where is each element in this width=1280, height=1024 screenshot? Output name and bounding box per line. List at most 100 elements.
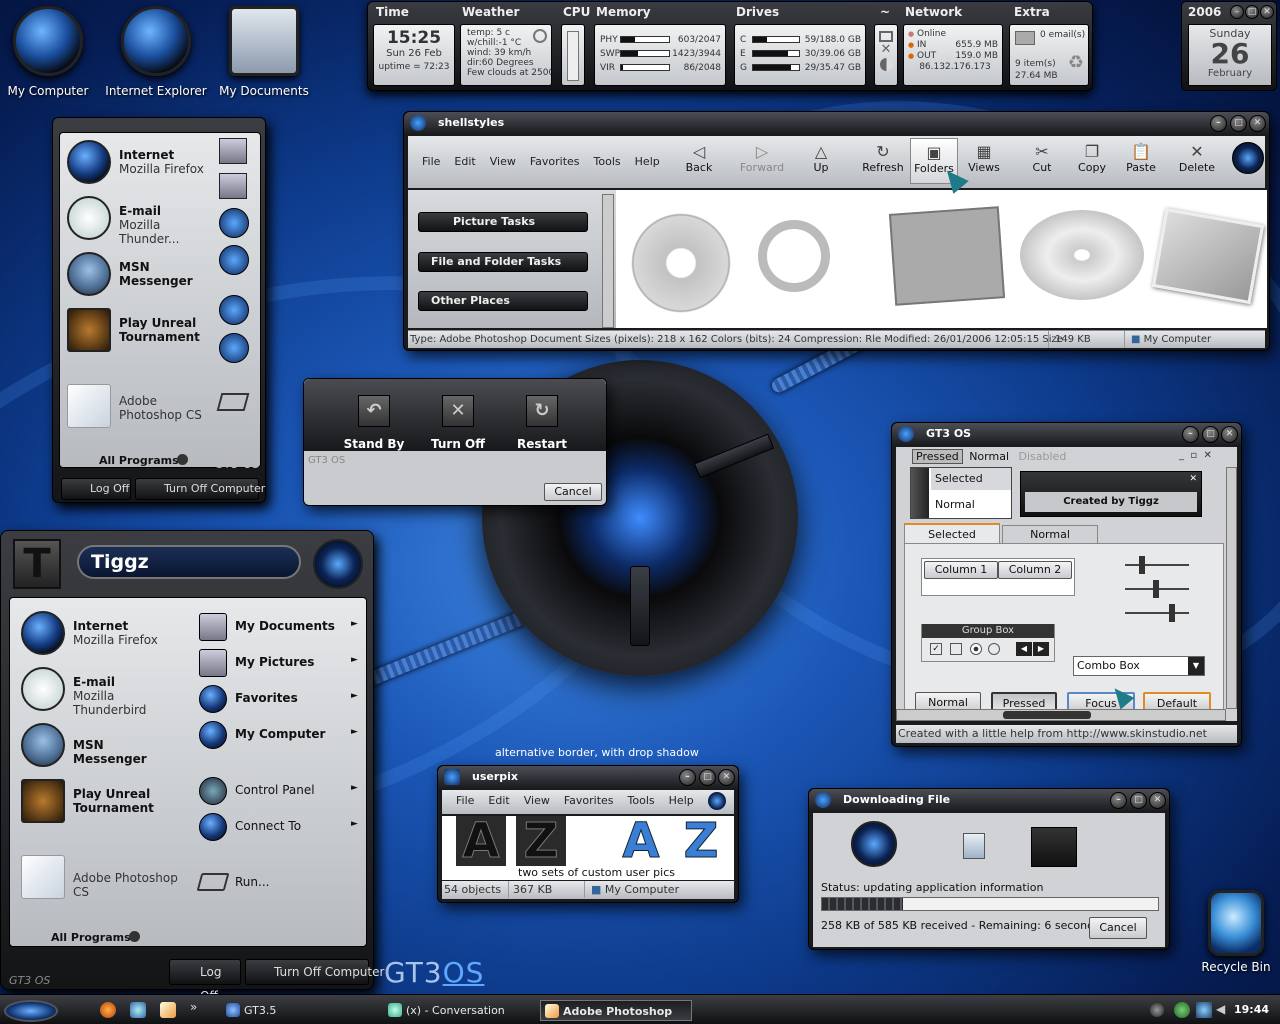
pictures-icon[interactable] <box>219 173 247 199</box>
magnifier-icon[interactable] <box>758 220 830 292</box>
thunderbird-icon[interactable] <box>130 1002 146 1018</box>
menu-right-my-pictures[interactable]: My Pictures ► <box>199 649 361 677</box>
title-bar[interactable]: Downloading File – □ ✕ <box>809 789 1169 811</box>
state-normal[interactable]: Normal <box>966 450 1012 463</box>
menu-right-control-panel[interactable]: Control Panel ► <box>199 777 361 805</box>
menu-tools[interactable]: Tools <box>628 790 655 812</box>
menu-item-email[interactable]: E-mail Mozilla Thunderbird <box>21 667 181 717</box>
close-button[interactable]: ✕ <box>1149 792 1166 809</box>
toolbar-paste[interactable]: 📋 Paste <box>1120 142 1162 174</box>
toolbar-delete[interactable]: ✕ Delete <box>1176 142 1218 174</box>
close-button[interactable]: ✕ <box>1221 426 1238 443</box>
toolbar-refresh[interactable]: ↻ Refresh <box>858 142 908 174</box>
menu-right-favorites[interactable]: Favorites ► <box>199 685 361 713</box>
title-bar[interactable]: shellstyles – □ ✕ <box>404 112 1269 134</box>
toolbar-back[interactable]: ◁ Back <box>678 142 720 174</box>
state-pressed[interactable]: Pressed <box>912 449 963 464</box>
menu-help[interactable]: Help <box>669 790 694 812</box>
menu-right-connect-to[interactable]: Connect To ► <box>199 813 361 841</box>
combo-box[interactable]: Combo Box ▼ <box>1073 656 1205 676</box>
radio-empty[interactable] <box>988 643 1000 655</box>
monitor-icon[interactable] <box>879 31 893 42</box>
minimize-button[interactable]: – <box>679 769 696 786</box>
restart-button[interactable]: ↻ Restart <box>510 395 574 451</box>
tray-network-icon[interactable] <box>1196 1002 1212 1018</box>
close-button[interactable]: ✕ <box>718 769 735 786</box>
start-button[interactable] <box>4 1000 58 1022</box>
menu-item-msn[interactable]: MSN Messenger <box>67 252 217 298</box>
column-1-header[interactable]: Column 1 <box>924 561 998 579</box>
menu-tools[interactable]: Tools <box>594 155 621 168</box>
tiger-image-icon[interactable] <box>1151 207 1265 305</box>
minimize-button[interactable]: – <box>1210 115 1227 132</box>
computer-icon[interactable] <box>219 245 249 275</box>
recycle-icon[interactable]: ♻ <box>1068 54 1084 72</box>
maximize-button[interactable]: □ <box>1202 426 1219 443</box>
recycle-bin-icon[interactable]: Recycle Bin <box>1181 890 1280 974</box>
favorites-icon[interactable] <box>219 208 249 238</box>
all-programs-arrow-icon[interactable] <box>177 454 188 465</box>
tab-selected[interactable]: Selected <box>904 523 1000 543</box>
slider-1[interactable] <box>1125 556 1189 574</box>
menu-item-photoshop[interactable]: Adobe Photoshop CS <box>21 855 191 901</box>
menu-edit[interactable]: Edit <box>454 155 475 168</box>
maximize-button[interactable]: □ <box>699 769 716 786</box>
close-button[interactable]: ✕ <box>1249 115 1266 132</box>
log-off-button[interactable]: Log Off <box>61 478 131 500</box>
radio-checked[interactable] <box>970 643 982 655</box>
turn-off-button[interactable]: Turn Off Computer <box>245 959 384 985</box>
maximize-button[interactable]: □ <box>1245 5 1259 19</box>
connect-icon[interactable] <box>219 333 249 363</box>
slider-3[interactable] <box>1125 604 1189 622</box>
menu-file[interactable]: File <box>422 155 440 168</box>
my-documents-icon[interactable]: My Documents <box>209 6 319 98</box>
turn-off-button[interactable]: ✕ Turn Off <box>426 395 490 451</box>
tray-volume-icon[interactable]: ◀ <box>1216 1002 1230 1018</box>
quicklaunch-more-icon[interactable]: » <box>190 1000 197 1014</box>
dialog-preview-close[interactable]: ✕ <box>1189 474 1197 484</box>
tab-normal[interactable]: Normal <box>1002 525 1098 543</box>
menu-right-my-documents[interactable]: My Documents ► <box>199 613 361 641</box>
toolbar-up[interactable]: △ Up <box>806 142 836 174</box>
maximize-button[interactable]: □ <box>1230 115 1247 132</box>
tray-orb-icon[interactable] <box>1150 1003 1164 1017</box>
taskbar-item-conversation[interactable]: (x) - Conversation <box>384 1000 534 1021</box>
run-icon[interactable] <box>216 393 250 411</box>
vertical-scrollbar[interactable] <box>1226 467 1237 709</box>
menu-right-my-computer[interactable]: My Computer ► <box>199 721 361 749</box>
yinyang-icon[interactable] <box>879 58 893 71</box>
menu-edit[interactable]: Edit <box>488 790 509 812</box>
minimize-button[interactable]: – <box>1230 5 1244 19</box>
spin-left[interactable]: ◀ <box>1016 642 1032 656</box>
stand-by-button[interactable]: ↶ Stand By <box>342 395 406 451</box>
taskbar-item-gt35[interactable]: GT3.5 <box>222 1000 372 1021</box>
slider-2[interactable] <box>1125 580 1189 598</box>
menu-favorites[interactable]: Favorites <box>564 790 614 812</box>
toolbar-forward[interactable]: ▷ Forward <box>736 142 788 174</box>
disc-icon[interactable] <box>1020 210 1144 300</box>
all-programs[interactable]: All Programs <box>51 931 131 944</box>
cancel-button[interactable]: Cancel <box>544 483 602 501</box>
task-other-places[interactable]: Other Places <box>418 291 588 311</box>
menu-item-photoshop[interactable]: Adobe Photoshop CS <box>67 384 217 430</box>
taskbar-item-photoshop[interactable]: Adobe Photoshop <box>540 1000 692 1021</box>
column-2-header[interactable]: Column 2 <box>998 561 1072 579</box>
checkbox-empty[interactable] <box>950 643 962 655</box>
menu-item-unreal[interactable]: Play Unreal Tournament <box>21 779 181 825</box>
control-panel-icon[interactable] <box>219 295 249 325</box>
internet-explorer-icon[interactable]: Internet Explorer <box>101 6 211 98</box>
close-icon[interactable]: ✕ <box>875 42 897 57</box>
log-off-button[interactable]: Log Off <box>169 959 241 1003</box>
menu-help[interactable]: Help <box>635 155 660 168</box>
documents-icon[interactable] <box>219 138 247 164</box>
cancel-button[interactable]: Cancel <box>1089 917 1147 939</box>
menu-right-run[interactable]: Run... <box>196 873 361 895</box>
minimize-button[interactable]: – <box>1182 426 1199 443</box>
task-file-folder[interactable]: File and Folder Tasks <box>418 252 588 272</box>
menu-item-email[interactable]: E-mail Mozilla Thunder... <box>67 196 217 246</box>
menu-item-unreal[interactable]: Play Unreal Tournament <box>67 308 217 354</box>
tray-msn-icon[interactable] <box>1174 1002 1190 1018</box>
turn-off-button[interactable]: Turn Off Computer <box>135 478 265 500</box>
menu-item-msn[interactable]: MSN Messenger <box>21 723 181 769</box>
menu-file[interactable]: File <box>456 790 474 812</box>
